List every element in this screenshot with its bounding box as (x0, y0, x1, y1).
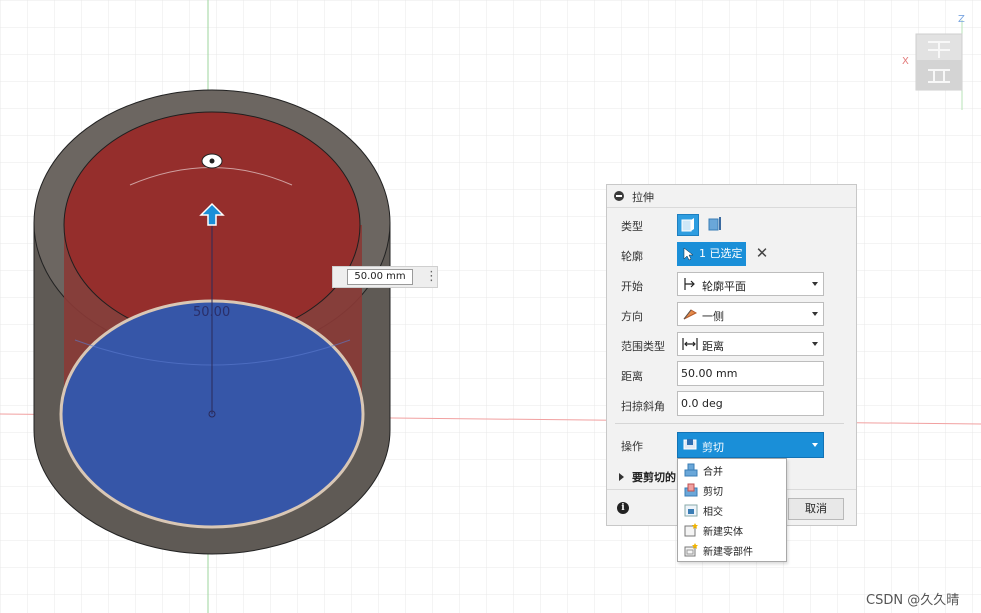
menu-item-label: 相交 (703, 507, 723, 518)
direction-label: 方向 (621, 310, 643, 323)
axis-x-label: X (902, 56, 909, 67)
type-solid-button[interactable] (677, 214, 699, 236)
chevron-down-icon (812, 443, 818, 447)
start-dropdown[interactable]: 轮廓平面 (677, 272, 824, 296)
extent-type-label: 范围类型 (621, 340, 665, 353)
chevron-down-icon (812, 342, 818, 346)
info-icon[interactable]: i (617, 502, 629, 514)
start-label: 开始 (621, 280, 643, 293)
dialog-title: 拉伸 (632, 191, 654, 204)
join-icon (684, 463, 698, 477)
type-label: 类型 (621, 220, 643, 233)
menu-item-join[interactable]: 合并 (678, 460, 786, 480)
operation-menu: 合并 剪切 相交 新建实体 新建零部件 (677, 458, 787, 562)
cancel-button[interactable]: 取消 (788, 498, 844, 520)
solid-extrude-icon (681, 218, 694, 232)
new-body-icon (684, 523, 698, 537)
menu-item-cut[interactable]: 剪切 (678, 480, 786, 500)
dimension-value-field[interactable]: 50.00 mm (347, 269, 413, 285)
bodies-to-cut-label: 要剪切的 (632, 471, 676, 484)
collapse-icon[interactable] (614, 191, 624, 201)
menu-item-intersect[interactable]: 相交 (678, 500, 786, 520)
distance-icon (682, 338, 698, 350)
extent-type-value: 距离 (702, 340, 724, 353)
taper-angle-label: 扫掠斜角 (621, 400, 665, 413)
menu-item-label: 新建实体 (703, 527, 743, 538)
distance-dimension-input[interactable]: 50.00 mm ⋮ (332, 266, 438, 288)
direction-dropdown[interactable]: 一侧 (677, 302, 824, 326)
dialog-header: 拉伸 (607, 185, 856, 208)
menu-item-new-body[interactable]: 新建实体 (678, 520, 786, 540)
extent-type-dropdown[interactable]: 距离 (677, 332, 824, 356)
clear-selection-icon[interactable]: ✕ (755, 246, 769, 261)
thin-extrude-icon (708, 217, 721, 231)
cut-icon (683, 439, 697, 450)
operation-label: 操作 (621, 440, 643, 453)
menu-item-label: 剪切 (703, 487, 723, 498)
operation-value: 剪切 (702, 441, 724, 454)
profile-plane-icon (684, 278, 695, 290)
view-cube[interactable] (914, 30, 964, 94)
one-side-icon (683, 309, 698, 320)
taper-angle-field[interactable]: 0.0 deg (677, 391, 824, 416)
cursor-icon (683, 247, 693, 261)
menu-item-label: 合并 (703, 467, 723, 478)
watermark: CSDN @久久晴 (866, 593, 960, 608)
new-component-icon (684, 543, 698, 557)
menu-item-new-component[interactable]: 新建零部件 (678, 540, 786, 560)
more-options-icon[interactable]: ⋮ (425, 269, 438, 285)
intersect-icon (684, 504, 698, 517)
expand-triangle-icon (619, 473, 624, 481)
operation-dropdown[interactable]: 剪切 (677, 432, 824, 458)
cut-icon (684, 483, 698, 497)
taper-point-handle[interactable] (201, 153, 223, 169)
axis-z-label: Z (958, 14, 965, 25)
divider (615, 423, 844, 424)
menu-item-label: 新建零部件 (703, 547, 753, 558)
bodies-to-cut-expander[interactable]: 要剪切的 (619, 469, 676, 485)
type-thin-button[interactable] (705, 214, 727, 236)
distance-label: 距离 (621, 370, 643, 383)
start-value: 轮廓平面 (702, 280, 746, 293)
profile-label: 轮廓 (621, 250, 643, 263)
profile-select-button[interactable]: 1 已选定 (677, 242, 746, 266)
chevron-down-icon (812, 312, 818, 316)
chevron-down-icon (812, 282, 818, 286)
dimension-label: 50.00 (193, 305, 230, 320)
profile-selection-text: 1 已选定 (699, 247, 743, 260)
distance-field[interactable]: 50.00 mm (677, 361, 824, 386)
direction-value: 一侧 (702, 310, 724, 323)
